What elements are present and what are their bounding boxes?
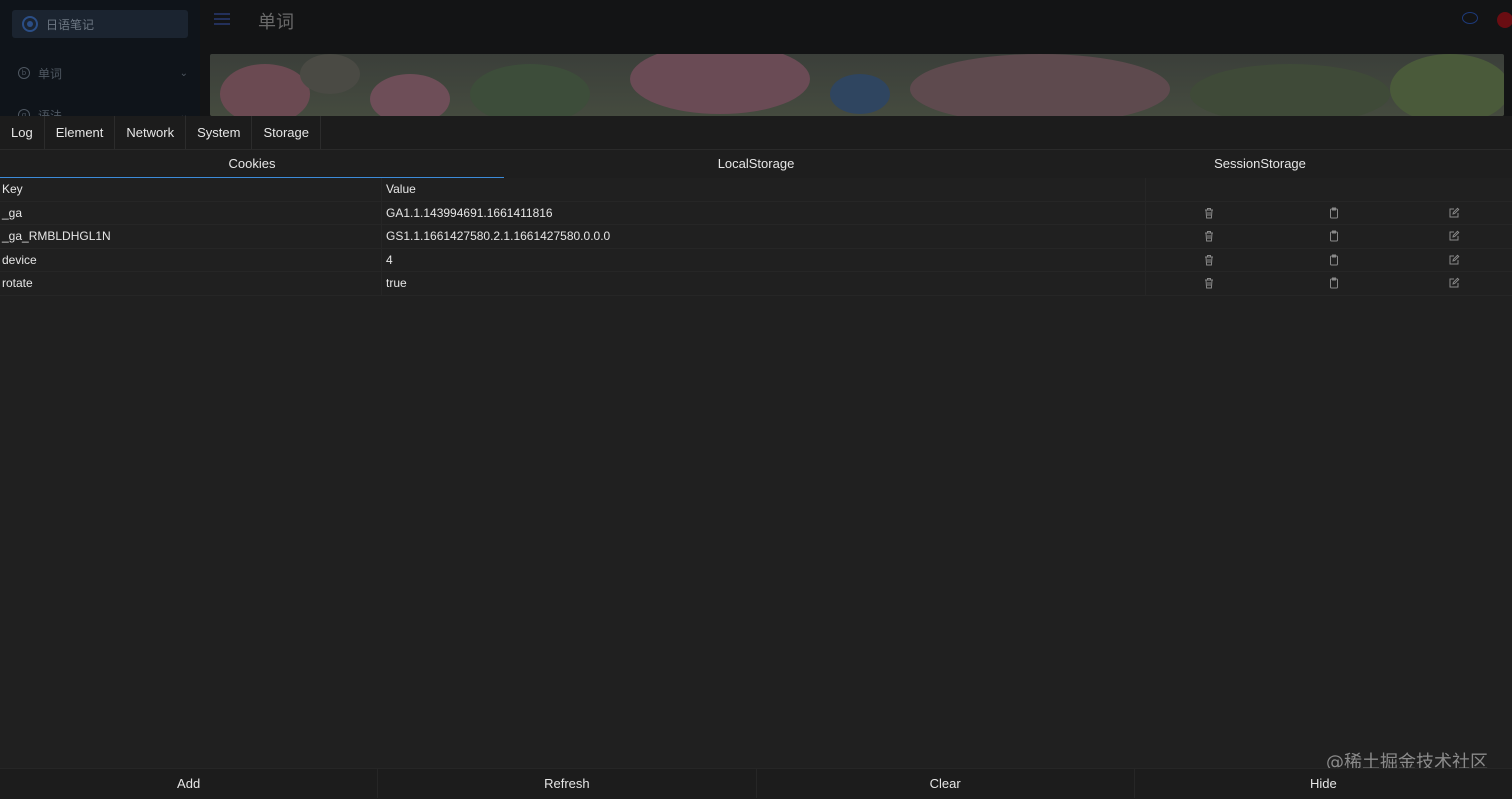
table-header: Key Value [0,178,1512,202]
clipboard-icon[interactable] [1328,230,1340,242]
tab-element[interactable]: Element [45,116,116,149]
app-nav-item-words[interactable]: b 单词 ⌄ [18,63,188,83]
column-header-key: Key [0,178,382,201]
eye-icon[interactable] [1462,12,1478,24]
trash-icon[interactable] [1203,277,1215,289]
table-row: device 4 [0,248,1512,272]
app-logo-icon [22,16,38,32]
clipboard-icon[interactable] [1328,277,1340,289]
app-nav-label: 单词 [38,66,63,81]
table-row: rotate true [0,272,1512,296]
menu-toggle-icon[interactable] [214,13,230,25]
tab-network[interactable]: Network [115,116,187,149]
table-row: _ga GA1.1.143994691.1661411816 [0,201,1512,225]
avatar[interactable] [1497,12,1512,28]
edit-icon[interactable] [1448,207,1460,219]
app-nav-item-grammar[interactable]: g 语法 ⌄ [18,105,188,116]
subtab-cookies[interactable]: Cookies [0,150,504,178]
cookie-key[interactable]: device [0,248,382,271]
cookie-key[interactable]: rotate [0,272,382,295]
grammar-icon: g [18,109,30,116]
clipboard-icon[interactable] [1328,254,1340,266]
edit-icon[interactable] [1448,277,1460,289]
clear-button[interactable]: Clear [757,769,1135,798]
column-header-value: Value [382,178,1146,201]
storage-table: Key Value _ga GA1.1.143994691.1661411816… [0,178,1512,296]
app-sidebar: 日语笔记 b 单词 ⌄ g 语法 ⌄ [0,0,200,116]
app-search-placeholder: 日语笔记 [46,17,95,32]
page-title: 单词 [258,12,294,33]
book-icon: b [18,67,30,79]
table-row: _ga_RMBLDHGL1N GS1.1.1661427580.2.1.1661… [0,225,1512,249]
trash-icon[interactable] [1203,207,1215,219]
panel-footer: Add Refresh Clear Hide [0,768,1512,798]
banner-image [210,54,1504,116]
app-search-box[interactable]: 日语笔记 [12,10,188,38]
edit-icon[interactable] [1448,254,1460,266]
add-button[interactable]: Add [0,769,379,798]
trash-icon[interactable] [1203,254,1215,266]
clipboard-icon[interactable] [1328,207,1340,219]
storage-subtab-bar: Cookies LocalStorage SessionStorage [0,150,1512,178]
hide-button[interactable]: Hide [1135,769,1512,798]
tab-storage[interactable]: Storage [252,116,321,149]
subtab-localstorage[interactable]: LocalStorage [504,150,1008,178]
refresh-button[interactable]: Refresh [378,769,757,798]
cookie-value[interactable]: GS1.1.1661427580.2.1.1661427580.0.0.0 [382,225,1146,248]
tab-system[interactable]: System [186,116,253,149]
cookie-key[interactable]: _ga_RMBLDHGL1N [0,225,382,248]
devtools-panel: Log Element Network System Storage Cooki… [0,116,1512,798]
cookie-value[interactable]: true [382,272,1146,295]
edit-icon[interactable] [1448,230,1460,242]
app-nav-label: 语法 [38,108,63,117]
tab-log[interactable]: Log [0,116,45,149]
trash-icon[interactable] [1203,230,1215,242]
subtab-sessionstorage[interactable]: SessionStorage [1008,150,1512,178]
cookie-key[interactable]: _ga [0,201,382,224]
chevron-down-icon: ⌄ [179,67,188,79]
panel-tab-bar: Log Element Network System Storage [0,116,1512,150]
cookie-value[interactable]: GA1.1.143994691.1661411816 [382,201,1146,224]
cookie-value[interactable]: 4 [382,248,1146,271]
background-app: 日语笔记 b 单词 ⌄ g 语法 ⌄ 单词 [0,0,1512,116]
